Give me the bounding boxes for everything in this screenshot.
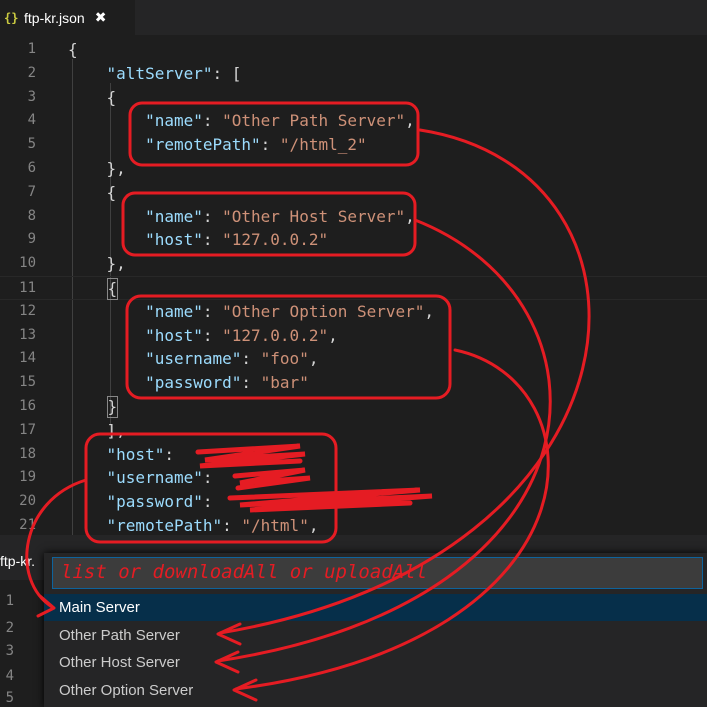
code-line: 6 }, [0,157,707,181]
code-line: 15 "password": "bar" [0,371,707,395]
line-number: 4 [5,668,14,684]
code-line: 7 { [0,181,707,205]
line-number: 8 [27,207,36,224]
code-text: }, [106,159,126,178]
tab-ftp-kr-json[interactable]: {} ftp-kr.json ✖ [0,0,135,35]
line-number: 14 [19,350,36,367]
code-text: "password": [106,492,223,512]
quick-pick-item-main-server[interactable]: Main Server [44,594,707,621]
line-number: 16 [19,398,36,414]
quick-pick: list or downloadAll or uploadAll Main Se… [44,553,707,707]
code-text: { [68,277,119,301]
code-text: { [106,87,117,107]
code-line: 2 "altServer": [ [0,62,707,86]
code-editor[interactable]: 1 { 2 "altServer": [ 3 { 4 "name": "Othe… [0,35,707,535]
line-number: 18 [19,445,36,462]
code-line: 17 ], [0,419,707,443]
tab-bar: {} ftp-kr.json ✖ [0,0,707,35]
line-number: 2 [27,64,36,81]
code-text: "altServer": [ [106,63,242,83]
quick-pick-item-other-option-server[interactable]: Other Option Server [44,677,707,704]
line-number: 2 [5,620,14,636]
line-number: 1 [5,593,14,609]
line-number: 5 [27,136,36,153]
code-line: 16 } [0,395,707,419]
code-line: 18 "host": [0,443,707,467]
line-number: 13 [19,326,36,343]
code-line: 19 "username": [0,466,707,490]
line-number: 3 [27,88,36,105]
code-text: { [106,182,117,202]
line-number: 4 [27,112,36,129]
line-number: 17 [19,421,36,438]
code-line: 12 "name": "Other Option Server", [0,300,707,324]
code-text: { [68,40,78,59]
line-number: 12 [19,302,36,319]
matched-bracket: { [106,278,119,300]
line-number: 3 [5,643,14,659]
code-text: "remotePath": "/html_2" [145,135,367,155]
code-text: "password": "bar" [145,373,309,393]
code-line: 14 "username": "foo", [0,347,707,371]
code-line: 10 }, [0,252,707,276]
line-number: 5 [5,690,14,706]
line-number: 15 [19,374,36,391]
line-number: 20 [19,493,36,510]
code-text: "name": "Other Host Server", [145,206,415,226]
line-number: 11 [19,280,36,296]
line-number: 10 [19,255,36,272]
json-braces-icon: {} [4,10,19,25]
quick-pick-placeholder: list or downloadAll or uploadAll [61,561,428,583]
quick-pick-item-other-host-server[interactable]: Other Host Server [44,649,707,676]
line-number: 19 [19,469,36,486]
code-text: ], [106,420,126,440]
code-line: 20 "password": [0,490,707,514]
matched-bracket: } [106,396,119,418]
code-line: 4 "name": "Other Path Server", [0,109,707,133]
code-text: "name": "Other Option Server", [145,301,435,321]
lower-tab-label[interactable]: ftp-kr. [0,553,35,569]
code-text: "host": [106,444,184,464]
code-line: 1 { [0,38,707,62]
line-number: 6 [27,160,36,176]
code-text: } [68,395,119,419]
code-line: 3 { [0,86,707,110]
code-text: "host": "127.0.0.2", [145,325,338,345]
close-icon[interactable]: ✖ [95,10,107,26]
code-line: 13 "host": "127.0.0.2", [0,324,707,348]
line-number: 7 [27,183,36,200]
code-text: "username": "foo", [145,349,319,369]
quick-pick-item-other-path-server[interactable]: Other Path Server [44,622,707,649]
tab-label: ftp-kr.json [24,9,85,26]
line-number: 9 [27,231,36,248]
quick-pick-input[interactable]: list or downloadAll or uploadAll [52,557,703,589]
code-line: 9 "host": "127.0.0.2" [0,228,707,252]
code-text: "username": [106,468,223,488]
code-line: 8 "name": "Other Host Server", [0,205,707,229]
code-text: }, [106,254,126,274]
code-line-current: 11 { [0,276,707,300]
code-text: "name": "Other Path Server", [145,111,415,131]
line-number: 1 [27,41,36,57]
code-line: 5 "remotePath": "/html_2" [0,133,707,157]
code-text: "host": "127.0.0.2" [145,230,329,250]
